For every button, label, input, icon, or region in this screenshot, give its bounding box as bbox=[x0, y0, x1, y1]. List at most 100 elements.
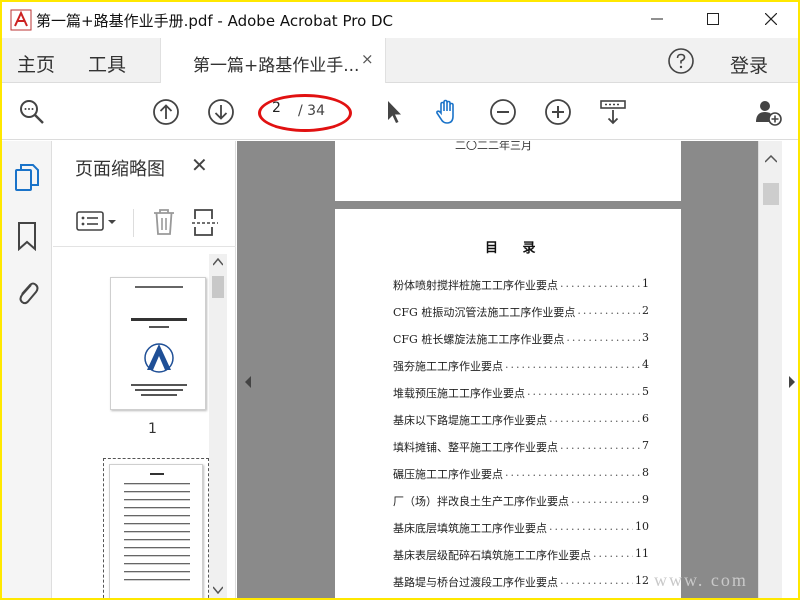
toc-leader-dots: ........................................… bbox=[505, 466, 640, 479]
toc-entry[interactable]: 粉体喷射搅拌桩施工工序作业要点.........................… bbox=[393, 277, 649, 293]
page-display-icon[interactable] bbox=[599, 98, 627, 126]
expand-right-panel-icon[interactable] bbox=[788, 376, 796, 388]
page-thumbnails-icon[interactable] bbox=[14, 163, 40, 193]
help-icon[interactable] bbox=[666, 46, 696, 76]
toc-entry[interactable]: CFG 桩振动沉管法施工工序作业要点......................… bbox=[393, 304, 649, 320]
toc-entry-text: CFG 桩振动沉管法施工工序作业要点 bbox=[393, 306, 576, 319]
toc-entry-page: 9 bbox=[642, 493, 649, 506]
toc-entry-page: 5 bbox=[642, 385, 649, 398]
toc-leader-dots: ........................................… bbox=[549, 520, 633, 533]
scroll-up-icon[interactable] bbox=[765, 155, 777, 163]
panel-tools bbox=[53, 199, 236, 247]
toc-entry-text: 堆载预压施工工序作业要点 bbox=[393, 387, 525, 400]
red-highlight-ellipse bbox=[258, 94, 352, 132]
left-rail bbox=[2, 141, 52, 598]
toc-entry-page: 1 bbox=[642, 277, 649, 290]
document-scrollbar[interactable] bbox=[758, 141, 782, 598]
toc-entry-text: 强夯施工工序作业要点 bbox=[393, 360, 503, 373]
toc-entry-page: 6 bbox=[642, 412, 649, 425]
hand-tool-icon[interactable] bbox=[432, 98, 460, 126]
add-user-icon[interactable] bbox=[754, 98, 782, 126]
home-tab[interactable]: 主页 bbox=[17, 50, 55, 77]
maximize-icon bbox=[707, 13, 719, 25]
toc-leader-dots: ........................................… bbox=[577, 304, 640, 317]
pdf-page-1: 二〇二二年三月 bbox=[335, 141, 681, 201]
delete-page-icon[interactable] bbox=[151, 207, 177, 237]
panel-title: 页面缩略图 bbox=[75, 159, 165, 180]
select-arrow-icon[interactable] bbox=[380, 98, 408, 126]
toc-entry[interactable]: 碾压施工工序作业要点..............................… bbox=[393, 466, 649, 482]
login-button[interactable]: 登录 bbox=[730, 51, 768, 78]
close-window-button[interactable] bbox=[748, 2, 794, 36]
minimize-icon bbox=[651, 18, 663, 20]
toolbar-divider bbox=[133, 209, 134, 237]
search-zoom-icon[interactable] bbox=[18, 98, 46, 126]
toc-entry[interactable]: 基床底层填筑施工工序作业要点..........................… bbox=[393, 520, 649, 536]
maximize-button[interactable] bbox=[690, 2, 736, 36]
document-viewport[interactable]: 二〇二二年三月 目 录 粉体喷射搅拌桩施工工序作业要点.............… bbox=[237, 141, 758, 598]
toc-entry-page: 4 bbox=[642, 358, 649, 371]
watermark: www. com bbox=[654, 570, 748, 590]
thumbnail-1-label: 1 bbox=[148, 421, 157, 437]
toc-entry[interactable]: 基路堤与桥台过渡段工序作业要点.........................… bbox=[393, 574, 649, 590]
toc-entry-text: 基床底层填筑施工工序作业要点 bbox=[393, 522, 547, 535]
toc-entry-text: 基路堤与桥台过渡段工序作业要点 bbox=[393, 576, 558, 589]
cover-date: 二〇二二年三月 bbox=[455, 141, 532, 152]
toc-entry[interactable]: 强夯施工工序作业要点..............................… bbox=[393, 358, 649, 374]
title-bar: 第一篇+路基作业手册.pdf - Adobe Acrobat Pro DC bbox=[2, 2, 798, 38]
panel-close-button[interactable]: ✕ bbox=[191, 153, 208, 177]
toc-leader-dots: ........................................… bbox=[527, 385, 640, 398]
collapse-panel-icon[interactable] bbox=[244, 376, 252, 388]
toc-entry-page: 11 bbox=[635, 547, 649, 560]
zoom-out-icon[interactable] bbox=[489, 98, 517, 126]
toc-entry[interactable]: 堆载预压施工工序作业要点............................… bbox=[393, 385, 649, 401]
extract-page-icon[interactable] bbox=[192, 207, 218, 237]
acrobat-window: 第一篇+路基作业手册.pdf - Adobe Acrobat Pro DC 主页… bbox=[2, 2, 798, 598]
pdf-page-2: 目 录 粉体喷射搅拌桩施工工序作业要点.....................… bbox=[335, 209, 681, 598]
toc-entry[interactable]: 基床以下路堤施工工序作业要点..........................… bbox=[393, 412, 649, 428]
toc-leader-dots: ........................................… bbox=[560, 439, 640, 452]
document-scroll-handle[interactable] bbox=[763, 183, 779, 205]
toc-entry-text: CFG 桩长螺旋法施工工序作业要点 bbox=[393, 333, 565, 346]
toc-leader-dots: ........................................… bbox=[560, 277, 640, 290]
toc-entry-page: 12 bbox=[635, 574, 649, 587]
toc-entry[interactable]: CFG 桩长螺旋法施工工序作业要点.......................… bbox=[393, 331, 649, 347]
document-tab[interactable]: 第一篇+路基作业手... × bbox=[160, 38, 386, 83]
bookmark-icon[interactable] bbox=[14, 221, 40, 251]
toc-entry[interactable]: 厂（场）拌改良土生产工序作业要点........................… bbox=[393, 493, 649, 509]
minimize-button[interactable] bbox=[634, 2, 680, 36]
toc-entry-page: 2 bbox=[642, 304, 649, 317]
toc-entry-page: 3 bbox=[642, 331, 649, 344]
scroll-up-icon[interactable] bbox=[213, 258, 223, 266]
window-title: 第一篇+路基作业手册.pdf - Adobe Acrobat Pro DC bbox=[36, 12, 394, 30]
selected-thumbnail-frame bbox=[103, 458, 209, 598]
page-thumbnail-1[interactable] bbox=[110, 277, 206, 410]
toc-entry-text: 粉体喷射搅拌桩施工工序作业要点 bbox=[393, 279, 558, 292]
toolbar: 2 / 34 bbox=[2, 84, 798, 140]
cover-page-preview bbox=[131, 286, 187, 396]
toc-entry-text: 碾压施工工序作业要点 bbox=[393, 468, 503, 481]
tab-bar: 主页 工具 第一篇+路基作业手... × 登录 bbox=[2, 38, 798, 83]
toc-entry-text: 基床表层级配碎石填筑施工工序作业要点 bbox=[393, 549, 591, 562]
toc-entry[interactable]: 基床表层级配碎石填筑施工工序作业要点......................… bbox=[393, 547, 649, 563]
close-icon bbox=[765, 13, 777, 25]
toc-leader-dots: ........................................… bbox=[566, 331, 640, 344]
zoom-in-icon[interactable] bbox=[544, 98, 572, 126]
toc-entry-text: 厂（场）拌改良土生产工序作业要点 bbox=[393, 495, 569, 508]
page-thumbnail-2[interactable] bbox=[109, 464, 203, 598]
thumbnail-scrollbar[interactable] bbox=[209, 254, 227, 598]
thumbnail-list: 1 bbox=[53, 253, 213, 598]
toc-title: 目 录 bbox=[485, 241, 546, 256]
thumbnail-options-icon[interactable] bbox=[75, 209, 121, 235]
next-page-icon[interactable] bbox=[207, 98, 235, 126]
thumbnail-scroll-handle[interactable] bbox=[212, 276, 224, 298]
scroll-down-icon[interactable] bbox=[213, 586, 223, 594]
toc-entry[interactable]: 填料摊铺、整平施工工序作业要点.........................… bbox=[393, 439, 649, 455]
document-tab-close-button[interactable]: × bbox=[361, 50, 374, 68]
toc-leader-dots: ........................................… bbox=[505, 358, 640, 371]
attachment-icon[interactable] bbox=[14, 277, 40, 307]
previous-page-icon[interactable] bbox=[152, 98, 180, 126]
toc-page-preview bbox=[124, 473, 190, 581]
toc-entry-page: 10 bbox=[635, 520, 649, 533]
tools-tab[interactable]: 工具 bbox=[88, 50, 126, 77]
